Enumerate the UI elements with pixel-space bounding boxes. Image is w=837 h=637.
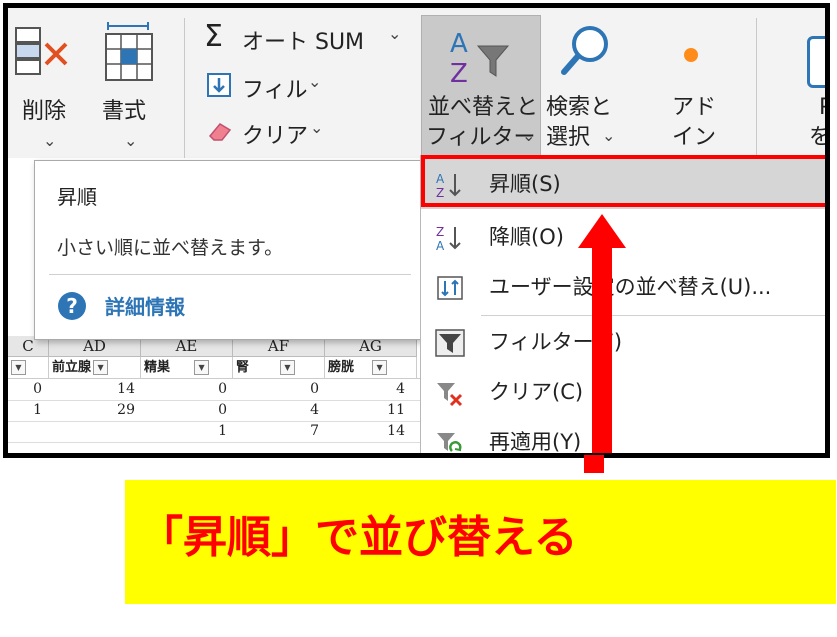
filter-header-cell[interactable]: 前立腺 ▼ (49, 357, 141, 379)
spreadsheet-grid[interactable]: C AD AE AF AG ▼ 前立腺 ▼ 精巣 ▼ ▼ 膀胱 ▼ 腎 0 14 0 … (8, 336, 428, 453)
partial-label-line1: P (819, 94, 825, 122)
table-cell[interactable]: 7 (233, 423, 319, 439)
grid-line (8, 421, 428, 422)
chevron-down-icon: ⌄ (43, 131, 57, 150)
filter-dropdown-icon[interactable]: ▼ (280, 360, 295, 375)
table-cell[interactable]: 0 (141, 381, 227, 397)
clear-button[interactable]: クリア ⌄ (198, 114, 338, 150)
arrow-tail (584, 455, 604, 473)
fill-down-icon (207, 73, 231, 97)
sigma-icon: Σ (204, 19, 223, 54)
format-label: 書式 (102, 99, 147, 124)
filter-dropdown-icon[interactable]: ▼ (372, 360, 388, 375)
more-info-label: 詳細情報 (105, 295, 185, 319)
svg-text:?: ? (66, 294, 78, 318)
delete-label: 削除 (22, 99, 67, 124)
table-cell[interactable]: 0 (141, 402, 227, 418)
filter-header-label: 前立腺 (52, 360, 92, 375)
sort-descending-icon: Z A (436, 225, 461, 252)
table-cell[interactable]: 0 (233, 381, 319, 397)
chevron-down-icon: ⌄ (388, 24, 402, 43)
clear-label: クリア (242, 124, 309, 149)
partial-label-line2: を (809, 125, 830, 150)
menu-item-label: クリア(C) (489, 380, 584, 404)
chevron-down-icon: ⌄ (602, 126, 616, 145)
filter-header-label: 腎 (236, 360, 250, 375)
svg-text:Z: Z (436, 225, 444, 239)
fill-label: フィル (242, 78, 308, 103)
addin-label-line2: イン (672, 125, 717, 150)
reapply-filter-icon (437, 433, 462, 452)
table-cell[interactable]: 1 (141, 423, 227, 439)
find-select-label-line1: 検索と (546, 95, 613, 120)
table-cell[interactable]: 14 (325, 423, 405, 439)
table-cell[interactable]: 29 (49, 402, 135, 418)
sort-filter-label-line1: 並べ替えと (428, 95, 539, 120)
table-cell[interactable]: 11 (325, 402, 405, 418)
menu-item-label: 再適用(Y) (489, 430, 582, 454)
delete-cells-icon (15, 27, 68, 75)
table-cell[interactable]: 4 (325, 381, 405, 397)
instruction-callout: 「昇順」で並び替える (125, 480, 836, 604)
filter-dropdown-icon[interactable]: ▼ (194, 360, 210, 375)
sort-filter-button[interactable]: A Z 並べ替えと フィルター ⌄ (421, 15, 541, 157)
custom-sort-icon (437, 276, 463, 300)
more-info-link[interactable]: ? 詳細情報 (57, 289, 277, 323)
addin-label-line1: アド (672, 95, 717, 120)
filter-header-label: 膀胱 (328, 360, 355, 375)
chevron-down-icon: ⌄ (310, 118, 324, 137)
autosum-button[interactable]: Σ オート SUM ⌄ (198, 20, 418, 56)
partial-button-icon (807, 36, 825, 88)
magnifier-icon (561, 26, 608, 75)
ribbon-separator (184, 18, 185, 158)
filter-icon (435, 329, 465, 357)
ribbon-separator (756, 18, 757, 158)
menu-item-label: 降順(O) (489, 225, 564, 249)
instruction-text: 「昇順」で並び替える (139, 512, 578, 563)
chevron-down-icon: ⌄ (308, 72, 322, 91)
eraser-icon (208, 123, 232, 141)
table-cell[interactable]: 0 (8, 381, 42, 397)
excel-window: 削除 ⌄ 書式 ⌄ Σ オート SUM ⌄ フィル ⌄ クリア ⌄ A Z 並べ… (3, 3, 830, 458)
menu-divider (481, 315, 825, 316)
tooltip-sort-ascending: 昇順 小さい順に並べ替えます。 ? 詳細情報 (34, 160, 426, 340)
chevron-down-icon: ⌄ (124, 131, 138, 150)
svg-text:Z: Z (450, 59, 468, 88)
filter-dropdown-icon[interactable]: ▼ (93, 360, 109, 375)
find-select-label-line2: 選択 (546, 125, 591, 150)
tooltip-title: 昇順 (57, 185, 97, 209)
sort-filter-icon: A Z (450, 29, 510, 88)
menu-item-label: ユーザー設定の並べ替え(U)... (489, 275, 772, 299)
help-icon: ? (58, 292, 86, 320)
partial-ribbon-button[interactable]: P を (783, 16, 830, 156)
svg-text:A: A (450, 29, 468, 59)
arrow-up-icon (578, 214, 626, 453)
table-cell[interactable]: 4 (233, 402, 319, 418)
grid-line (8, 442, 428, 443)
sort-filter-label-line2: フィルター (426, 125, 536, 150)
filter-header-cell[interactable]: 精巣 ▼ (141, 357, 233, 379)
svg-text:A: A (436, 239, 445, 252)
tooltip-divider (49, 274, 411, 275)
table-cell[interactable]: 1 (8, 402, 42, 418)
delete-button[interactable]: 削除 ⌄ (8, 16, 88, 156)
find-select-button[interactable]: 検索と 選択 ⌄ (544, 16, 634, 156)
autosum-label: オート SUM (242, 30, 365, 55)
format-button[interactable]: 書式 ⌄ (88, 16, 176, 156)
clear-filter-icon (437, 383, 463, 407)
filter-dropdown-icon[interactable]: ▼ (11, 360, 26, 375)
filter-header-cell[interactable]: 膀胱 ▼ (325, 357, 417, 379)
addin-button[interactable]: アド イン (648, 16, 738, 156)
format-cells-icon (105, 22, 153, 81)
filter-header-label: 精巣 (144, 360, 171, 375)
fill-button[interactable]: フィル ⌄ (198, 68, 338, 104)
highlight-box (421, 155, 825, 207)
tooltip-description: 小さい順に並べ替えます。 (57, 237, 284, 259)
addin-icon (684, 48, 698, 62)
grid-line (8, 400, 428, 401)
filter-header-cell[interactable]: ▼ (8, 357, 49, 379)
table-cell[interactable]: 14 (49, 381, 135, 397)
chevron-down-icon: ⌄ (522, 126, 536, 145)
